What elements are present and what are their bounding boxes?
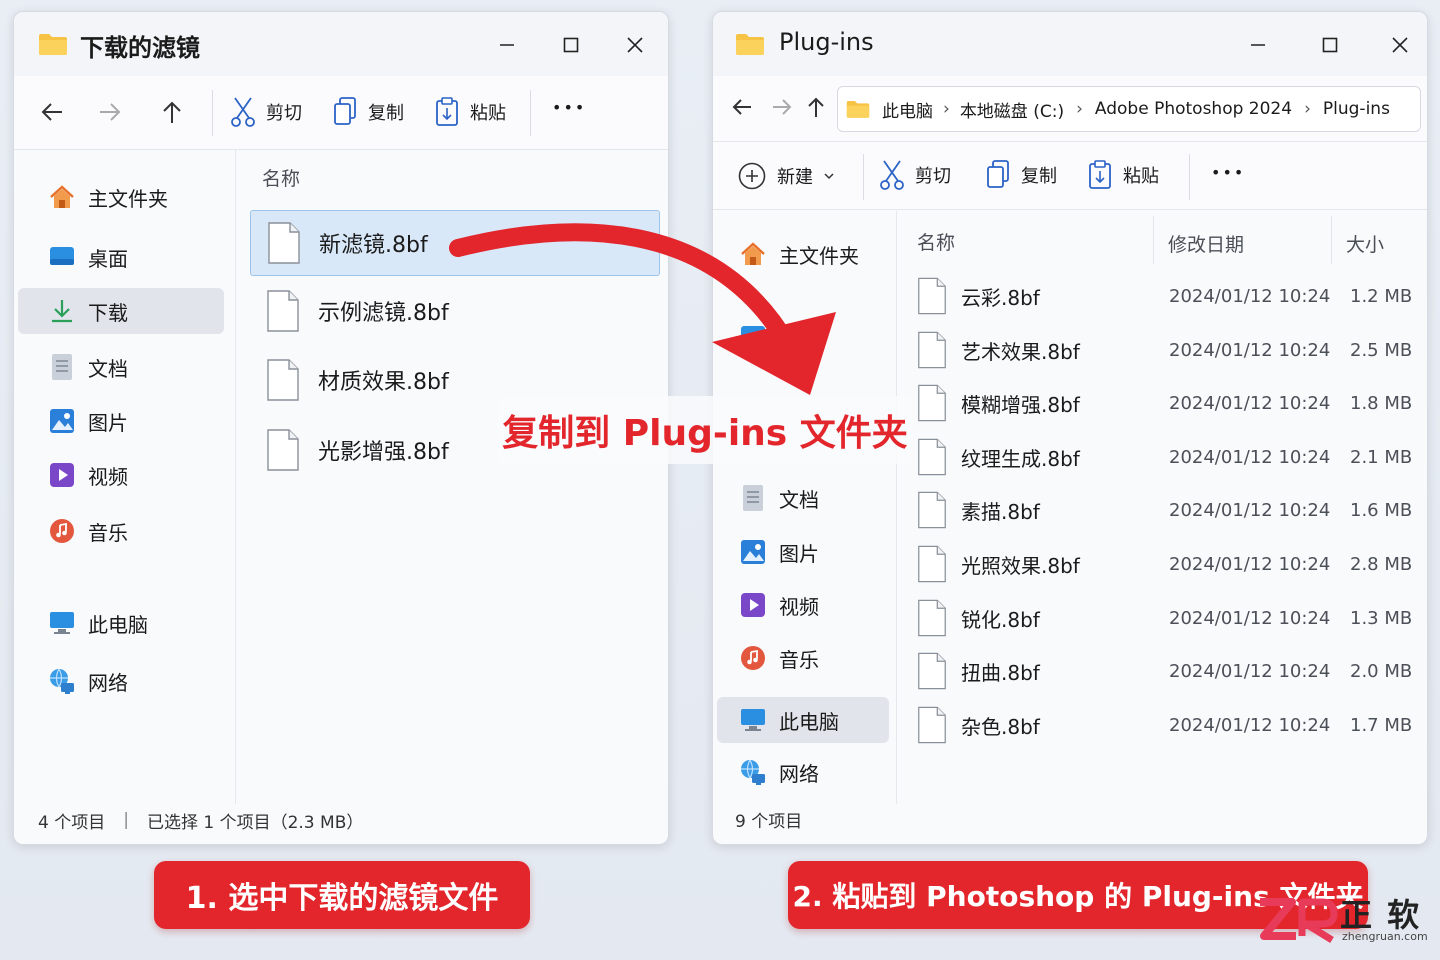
step-1-label: 1. 选中下载的滤镜文件 [154,861,530,929]
watermark-logo: 正 软 zhengruan.com [1256,890,1436,954]
arrow-label: 复制到 Plug-ins 文件夹 [498,396,912,464]
zr-logo-icon [1260,898,1338,943]
watermark-url: zhengruan.com [1342,930,1428,943]
copy-arrow [449,223,836,395]
